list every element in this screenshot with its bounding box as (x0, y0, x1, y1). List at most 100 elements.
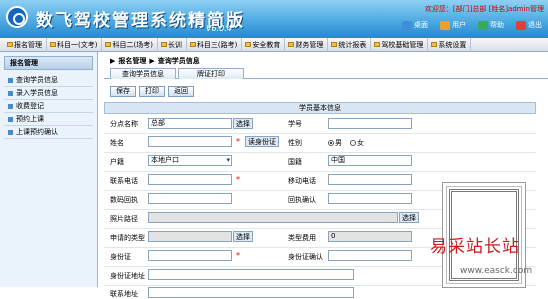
menu-subject1[interactable]: 科目一(文考) (47, 37, 103, 52)
receipt-field[interactable] (148, 193, 232, 204)
bullet-icon (8, 103, 13, 109)
number-label: 学号 (288, 120, 302, 128)
branch-label: 分点名称 (110, 120, 138, 128)
user-label: 用户 (452, 21, 466, 29)
menu-label: 科目三(路考) (196, 40, 238, 49)
user-link[interactable]: 用户 (440, 20, 466, 30)
receipt-ack-field[interactable] (328, 193, 412, 204)
photo-pick-button[interactable]: 选择 (399, 212, 419, 223)
desktop-label: 桌面 (414, 21, 428, 29)
branch-field[interactable]: 总部 (148, 118, 232, 129)
gender-male-option[interactable]: 男 (328, 138, 342, 148)
number-field[interactable] (328, 118, 412, 129)
menu-label: 科目一(文考) (57, 40, 98, 49)
sidebar-item-label: 预约上课 (16, 115, 44, 123)
sidebar-item-label: 收费登记 (16, 102, 44, 110)
id-label: 身份证 (110, 253, 131, 261)
nationality-label: 国籍 (288, 158, 302, 166)
breadcrumb: ▶ 报名管理 ▶ 查询学员信息 (104, 54, 548, 68)
name-field[interactable] (148, 136, 232, 147)
gender-female-option[interactable]: 女 (350, 138, 364, 148)
menu-label: 长训 (167, 40, 182, 49)
exit-icon (516, 20, 526, 30)
top-toolbar: 桌面 用户 帮助 退出 (402, 20, 542, 30)
sidebar-title: 报名管理 (4, 56, 93, 70)
gender-male-label: 男 (335, 139, 342, 147)
contact-address-label: 联系地址 (110, 290, 138, 298)
sidebar-item-label: 录入学员信息 (16, 89, 58, 97)
id-address-label: 身份证地址 (110, 272, 145, 280)
branch-pick-button[interactable]: 选择 (233, 118, 253, 129)
receipt-label: 数码回执 (110, 196, 138, 204)
sidebar-item-book-class[interactable]: 预约上课 (4, 113, 93, 126)
exit-link[interactable]: 退出 (516, 20, 542, 30)
menu-finance[interactable]: 财务管理 (285, 37, 329, 52)
apply-type-pick-button[interactable]: 选择 (233, 231, 253, 242)
contact-address-field[interactable] (148, 287, 354, 298)
gender-female-label: 女 (357, 139, 364, 147)
sidebar-item-confirm-booking[interactable]: 上课预约确认 (4, 126, 93, 139)
menu-enrollment[interactable]: 报名管理 (4, 37, 47, 52)
hukou-select[interactable]: 本地户口 (148, 155, 232, 166)
save-button[interactable]: 保存 (110, 85, 136, 97)
folder-icon (288, 42, 295, 47)
bullet-icon (8, 116, 13, 122)
bullet-icon (8, 77, 13, 83)
exit-label: 退出 (528, 21, 542, 29)
apply-type-field[interactable] (148, 231, 232, 242)
required-mark: * (236, 251, 240, 260)
sidebar-item-query-student[interactable]: 查询学员信息 (4, 74, 93, 87)
app-logo (6, 6, 28, 28)
menu-label: 报名管理 (14, 40, 42, 49)
help-link[interactable]: 帮助 (478, 20, 504, 30)
menu-long-training[interactable]: 长训 (158, 37, 187, 52)
menu-reports[interactable]: 统计报表 (328, 37, 372, 52)
sidebar-item-fee-register[interactable]: 收费登记 (4, 100, 93, 113)
bullet-icon (8, 90, 13, 96)
photo-path-field[interactable] (148, 212, 398, 223)
phone-label: 联系电话 (110, 177, 138, 185)
read-id-button[interactable]: 读身份证 (245, 136, 279, 147)
breadcrumb-item: 报名管理 (118, 57, 147, 65)
folder-icon (189, 42, 196, 47)
menu-label: 财务管理 (295, 40, 324, 49)
mobile-field[interactable] (328, 174, 412, 185)
folder-icon (374, 42, 381, 47)
nationality-field[interactable]: 中国 (328, 155, 412, 166)
menu-school-basics[interactable]: 驾校基础管理 (371, 37, 429, 52)
row-divider (104, 171, 536, 172)
menu-subject2[interactable]: 科目二(场考) (102, 37, 158, 52)
tab-query-student[interactable]: 查询学员信息 (110, 68, 176, 79)
id-address-field[interactable] (148, 269, 354, 280)
breadcrumb-item: 查询学员信息 (157, 57, 200, 65)
menu-subject3[interactable]: 科目三(路考) (187, 37, 243, 52)
sidebar-item-enter-student[interactable]: 录入学员信息 (4, 87, 93, 100)
bullet-icon (8, 129, 13, 135)
app-version: V6.0.4 (206, 24, 232, 33)
receipt-ack-label: 回执确认 (288, 196, 316, 204)
desktop-link[interactable]: 桌面 (402, 20, 428, 30)
name-label: 姓名 (110, 139, 124, 147)
back-button[interactable]: 返回 (168, 85, 194, 97)
print-button[interactable]: 打印 (139, 85, 165, 97)
photo-path-label: 照片路径 (110, 215, 138, 223)
header-banner: 数飞驾校管理系统精简版 V6.0.4 欢迎您：[部门]总部 [姓名]admin管… (0, 0, 548, 38)
folder-icon (331, 42, 338, 47)
menu-label: 系统设置 (438, 40, 467, 49)
menu-safety[interactable]: 安全教育 (242, 37, 286, 52)
folder-icon (160, 42, 167, 47)
radio-icon (350, 140, 356, 146)
menu-system-settings[interactable]: 系统设置 (428, 37, 472, 52)
tab-license-print[interactable]: 牌证打印 (178, 68, 244, 79)
phone-field[interactable] (148, 174, 232, 185)
gender-label: 性别 (288, 139, 302, 147)
sidebar-item-label: 上课预约确认 (16, 128, 58, 136)
id-field[interactable] (148, 250, 232, 261)
apply-type-label: 申请的类型 (110, 234, 145, 242)
menu-label: 科目二(场考) (112, 40, 153, 49)
action-bar: 保存 打印 返回 (104, 83, 548, 99)
id-confirm-field[interactable] (328, 250, 412, 261)
section-title: 学员基本信息 (104, 102, 536, 114)
folder-icon (105, 42, 112, 47)
fee-type-field[interactable]: 0 (328, 231, 412, 242)
